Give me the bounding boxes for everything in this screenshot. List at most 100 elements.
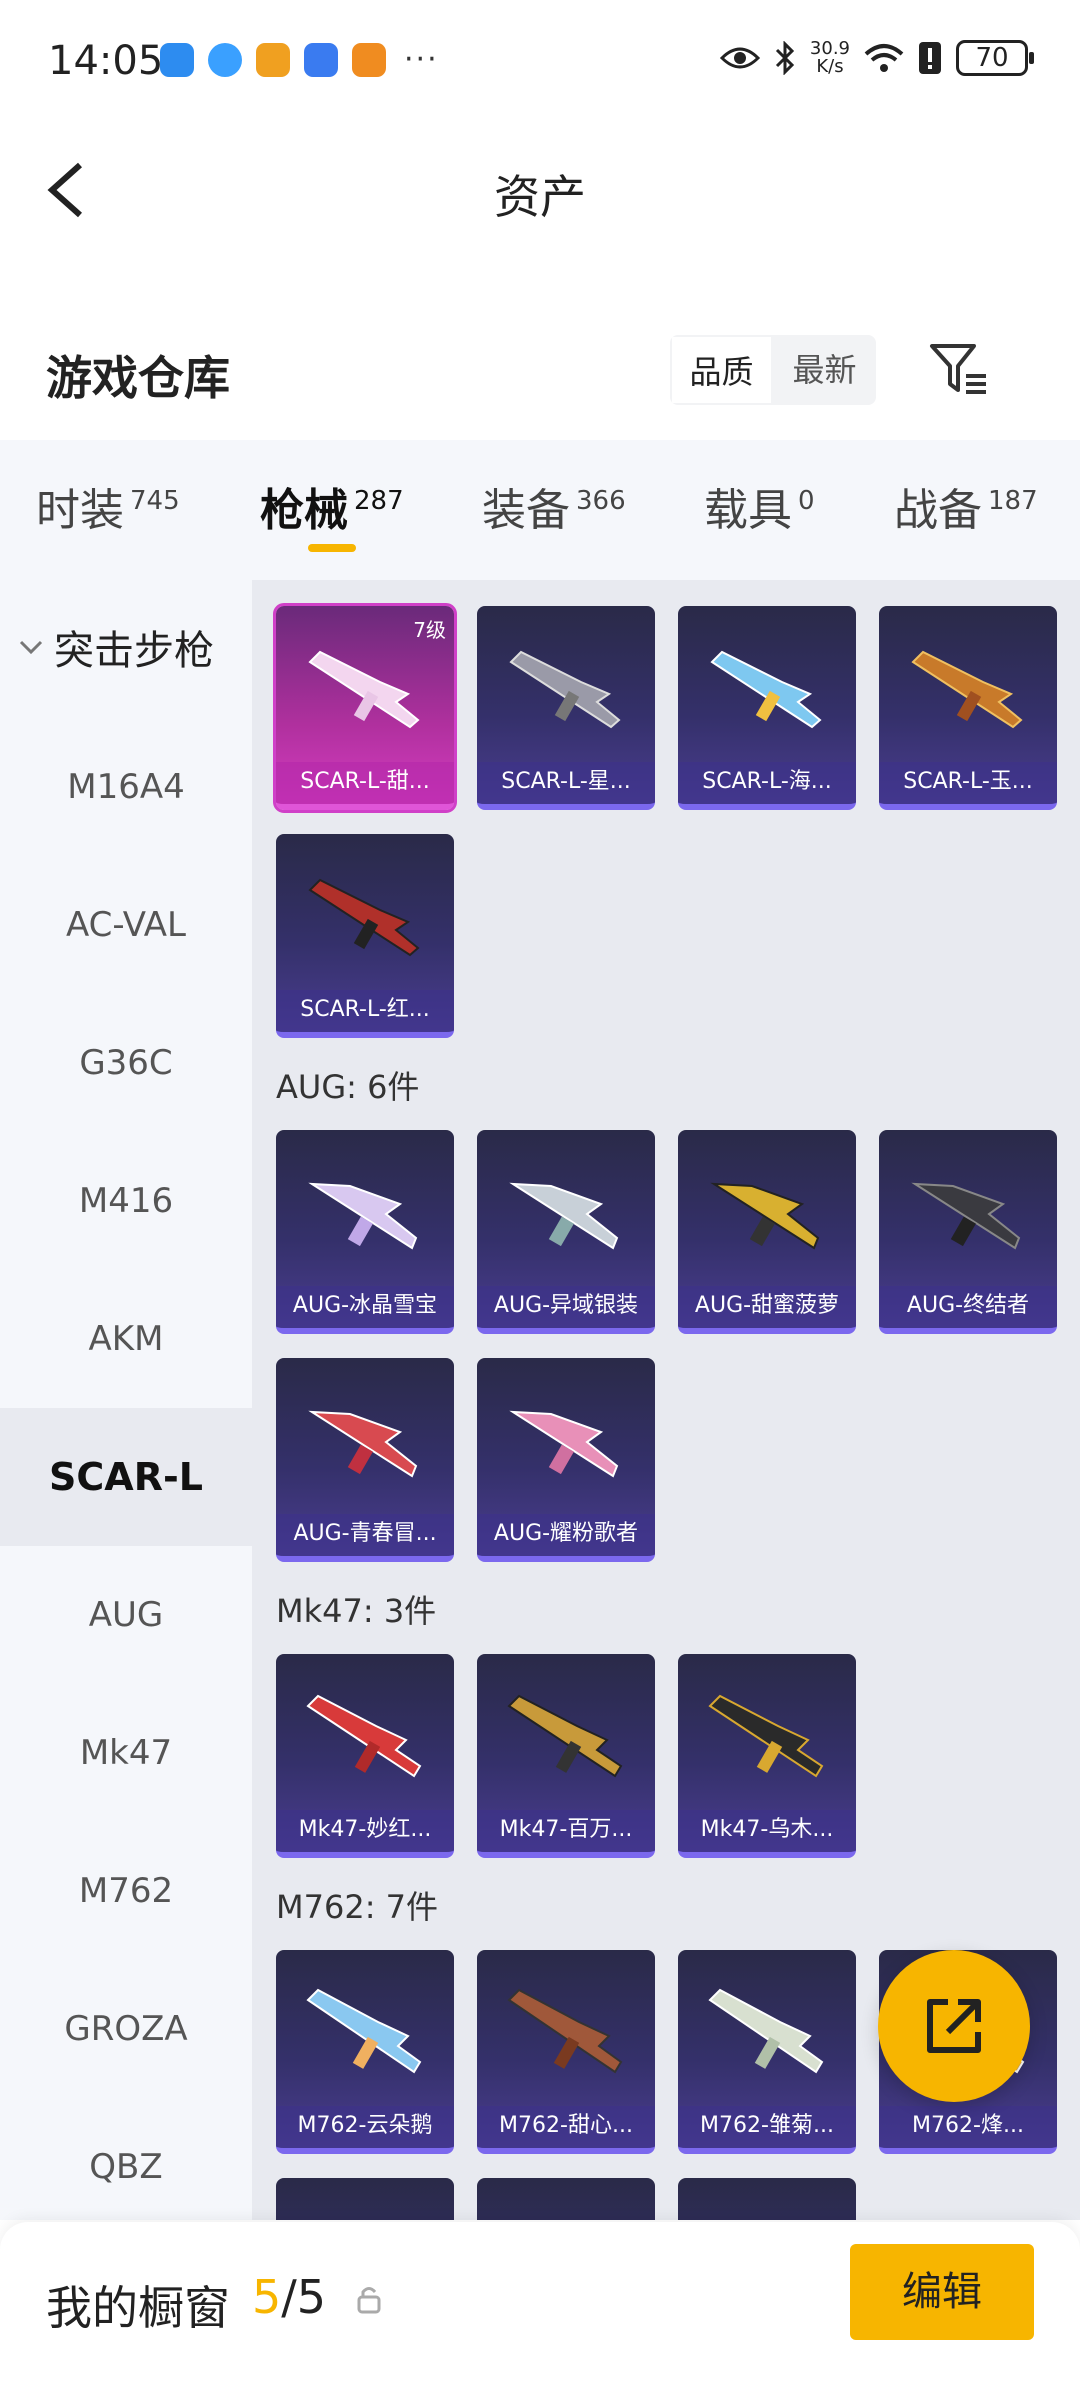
sidebar-item-m416[interactable]: M416 bbox=[0, 1132, 252, 1270]
sidebar-item-scar-l[interactable]: SCAR-L bbox=[0, 1408, 252, 1546]
tab-equipment[interactable]: 装备 366 bbox=[482, 474, 626, 538]
weapon-name: SCAR-L-红... bbox=[276, 990, 454, 1032]
top-header: 资产 bbox=[0, 125, 1080, 255]
weapon-card[interactable]: M762-雏菊... bbox=[678, 1950, 856, 2154]
sort-option-newest[interactable]: 最新 bbox=[773, 335, 876, 405]
showcase-current: 5 bbox=[252, 2270, 282, 2324]
page-title: 资产 bbox=[494, 170, 586, 224]
tab-label: 战备 bbox=[894, 485, 982, 536]
weapon-sidebar: 突击步枪 M16A4 AC-VAL G36C M416 AKM SCAR-L A… bbox=[0, 580, 252, 2220]
rifle-icon bbox=[306, 1988, 422, 2074]
sidebar-item-qbz[interactable]: QBZ bbox=[0, 2098, 252, 2236]
weapon-name: Mk47-乌木... bbox=[678, 1810, 856, 1852]
showcase-count: 5/5 bbox=[252, 2270, 326, 2324]
weapon-name: SCAR-L-玉... bbox=[879, 762, 1057, 804]
weapon-name: M762-雏菊... bbox=[678, 2106, 856, 2148]
sidebar-item-akm[interactable]: AKM bbox=[0, 1270, 252, 1408]
sort-option-quality[interactable]: 品质 bbox=[670, 335, 773, 405]
sidebar-group-label: 突击步枪 bbox=[54, 628, 214, 674]
status-bar: 14:05 ··· 30.9 K/s 70 bbox=[0, 0, 1080, 125]
tab-label: 装备 bbox=[482, 485, 570, 536]
sidebar-item-m762[interactable]: M762 bbox=[0, 1822, 252, 1960]
rifle-icon bbox=[710, 1182, 820, 1250]
weapon-card[interactable]: SCAR-L-红... bbox=[276, 834, 454, 1038]
tab-count: 0 bbox=[798, 486, 815, 516]
weapon-name: SCAR-L-甜... bbox=[276, 762, 454, 804]
share-button[interactable] bbox=[878, 1950, 1030, 2102]
chevron-down-icon bbox=[19, 640, 43, 655]
tab-label: 时装 bbox=[36, 485, 124, 536]
sidebar-item-mk47[interactable]: Mk47 bbox=[0, 1684, 252, 1822]
weapon-name: AUG-甜蜜菠萝 bbox=[678, 1286, 856, 1328]
edit-button[interactable]: 编辑 bbox=[850, 2244, 1034, 2340]
app-page: 14:05 ··· 30.9 K/s 70 资产 游戏仓库 品质 最新 时装 7… bbox=[0, 0, 1080, 2382]
weapon-card[interactable]: SCAR-L-海... bbox=[678, 606, 856, 810]
weapon-card[interactable]: Mk47-乌木... bbox=[678, 1654, 856, 1858]
tab-supplies[interactable]: 战备 187 bbox=[894, 474, 1038, 538]
weapon-card[interactable]: 7级 SCAR-L-甜... bbox=[273, 603, 457, 813]
tab-firearms[interactable]: 枪械 287 bbox=[260, 474, 404, 538]
weapon-card[interactable]: AUG-青春冒... bbox=[276, 1358, 454, 1562]
sidebar-item-g36c[interactable]: G36C bbox=[0, 994, 252, 1132]
tab-count: 366 bbox=[576, 486, 626, 516]
weapon-card[interactable]: AUG-耀粉歌者 bbox=[477, 1358, 655, 1562]
weapon-card[interactable]: SCAR-L-星... bbox=[477, 606, 655, 810]
weapon-card[interactable]: Mk47-妙红... bbox=[276, 1654, 454, 1858]
sidebar-item-groza[interactable]: GROZA bbox=[0, 1960, 252, 2098]
sidebar-group-assault-rifles[interactable]: 突击步枪 bbox=[18, 618, 214, 676]
external-link-icon bbox=[927, 1999, 981, 2053]
weapon-card[interactable]: AUG-甜蜜菠萝 bbox=[678, 1130, 856, 1334]
rifle-icon bbox=[507, 1694, 623, 1778]
game-app-icon bbox=[352, 42, 386, 77]
alert-icon bbox=[919, 42, 941, 74]
warehouse-header: 游戏仓库 品质 最新 bbox=[0, 300, 1080, 440]
weapon-card[interactable]: AUG-终结者 bbox=[879, 1130, 1057, 1334]
rifle-icon bbox=[509, 1182, 619, 1250]
section-label-m762: M762: 7件 bbox=[276, 1888, 439, 1926]
showcase-total: /5 bbox=[281, 2270, 327, 2324]
tab-label: 载具 bbox=[704, 485, 792, 536]
weapon-card[interactable]: Mk47-百万... bbox=[477, 1654, 655, 1858]
section-label-mk47: Mk47: 3件 bbox=[276, 1592, 437, 1630]
globe-app-icon bbox=[208, 42, 242, 77]
filter-icon[interactable] bbox=[928, 340, 992, 400]
weapon-card[interactable]: AUG-异域银装 bbox=[477, 1130, 655, 1334]
category-tabs: 时装 745 枪械 287 装备 366 载具 0 战备 187 bbox=[0, 440, 1080, 580]
tab-count: 287 bbox=[354, 486, 404, 516]
weapon-card[interactable]: AUG-冰晶雪宝 bbox=[276, 1130, 454, 1334]
tab-label: 枪械 bbox=[260, 485, 348, 536]
sidebar-item-ac-val[interactable]: AC-VAL bbox=[0, 856, 252, 994]
eye-icon bbox=[719, 47, 760, 69]
weapon-card[interactable]: SCAR-L-玉... bbox=[879, 606, 1057, 810]
wifi-icon bbox=[864, 44, 904, 72]
weapon-card[interactable] bbox=[276, 2178, 454, 2220]
tab-count: 187 bbox=[988, 486, 1038, 516]
tab-fashion[interactable]: 时装 745 bbox=[36, 474, 180, 538]
weapon-card[interactable]: M762-云朵鹅 bbox=[276, 1950, 454, 2154]
bluetooth-icon bbox=[775, 41, 795, 75]
sort-segmented-control: 品质 最新 bbox=[670, 335, 876, 405]
rifle-icon bbox=[308, 1182, 418, 1250]
tab-vehicles[interactable]: 载具 0 bbox=[704, 474, 815, 538]
showcase-bar: 我的橱窗 5/5 编辑 bbox=[0, 2222, 1080, 2382]
weapon-name: Mk47-妙红... bbox=[276, 1810, 454, 1852]
weapon-card[interactable] bbox=[477, 2178, 655, 2220]
tab-count: 745 bbox=[130, 486, 180, 516]
weapon-card[interactable]: M762-甜心... bbox=[477, 1950, 655, 2154]
rifle-icon bbox=[710, 650, 822, 729]
battery-indicator: 70 bbox=[956, 40, 1034, 76]
sidebar-item-aug[interactable]: AUG bbox=[0, 1546, 252, 1684]
weapon-name: AUG-冰晶雪宝 bbox=[276, 1286, 454, 1328]
rifle-icon bbox=[306, 1694, 422, 1778]
active-tab-indicator bbox=[308, 544, 356, 552]
weapon-name: M762-云朵鹅 bbox=[276, 2106, 454, 2148]
notification-icons: ··· bbox=[160, 42, 439, 77]
system-icons: 30.9 K/s 70 bbox=[719, 40, 1034, 76]
weapon-card[interactable] bbox=[678, 2178, 856, 2220]
rifle-icon bbox=[911, 650, 1023, 729]
sidebar-item-m16a4[interactable]: M16A4 bbox=[0, 718, 252, 856]
rifle-icon bbox=[708, 1694, 824, 1778]
rifle-icon bbox=[308, 1410, 418, 1478]
weapon-name: AUG-耀粉歌者 bbox=[477, 1514, 655, 1556]
target-app-icon bbox=[256, 42, 290, 77]
